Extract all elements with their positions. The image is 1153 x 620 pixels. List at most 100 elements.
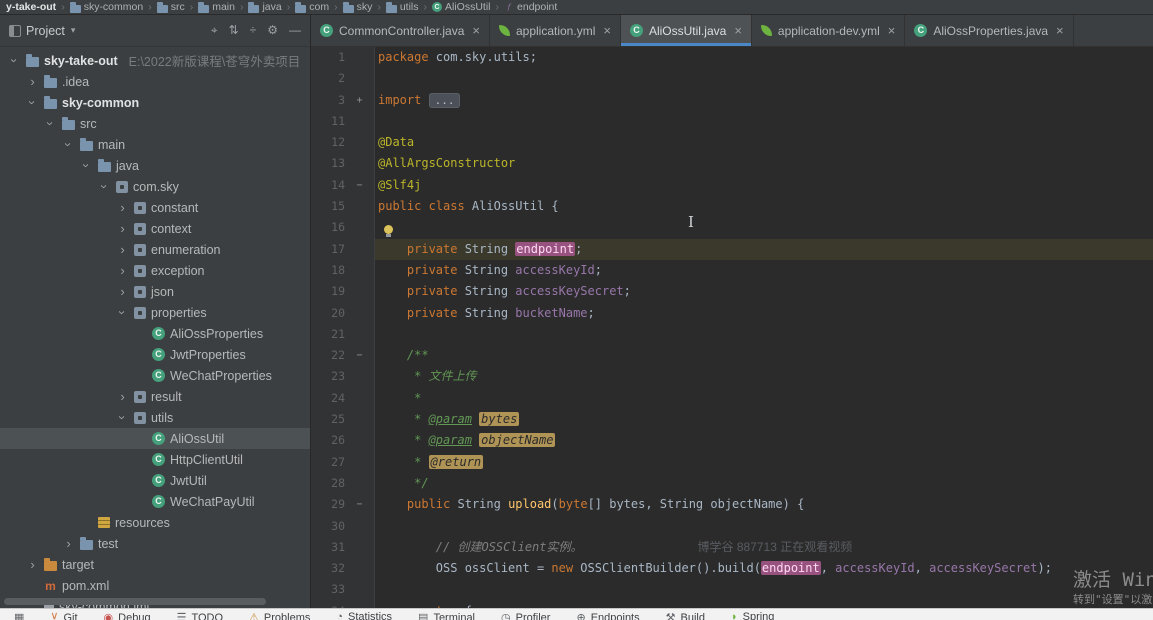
code-line-28[interactable]: 28 */	[311, 472, 1153, 495]
tab-application-dev.yml[interactable]: application-dev.yml ×	[752, 15, 906, 46]
hide-icon[interactable]: —	[289, 23, 301, 38]
tree-row-result[interactable]: › result	[0, 386, 310, 407]
code-line-21[interactable]: 21	[311, 323, 1153, 346]
close-icon[interactable]: ×	[734, 23, 742, 38]
tree-row-constant[interactable]: › constant	[0, 197, 310, 218]
close-icon[interactable]: ×	[888, 23, 896, 38]
tree-row-exception[interactable]: › exception	[0, 260, 310, 281]
code-line-29[interactable]: 29− public String upload(byte[] bytes, S…	[311, 494, 1153, 516]
code-line-3[interactable]: 3 + import ...	[311, 89, 1153, 111]
code-line-25[interactable]: 25 * @param bytes	[311, 409, 1153, 431]
code-line-19[interactable]: 19 private String accessKeySecret;	[311, 281, 1153, 303]
chevron-right-icon[interactable]: ›	[26, 75, 39, 88]
code-line-12[interactable]: 12 @Data	[311, 132, 1153, 154]
tree-row-JwtUtil[interactable]: C JwtUtil	[0, 470, 310, 491]
statusbar-profiler[interactable]: ◷ Profiler	[501, 611, 550, 620]
tree-row-JwtProperties[interactable]: C JwtProperties	[0, 344, 310, 365]
close-icon[interactable]: ×	[603, 23, 611, 38]
chevron-right-icon[interactable]: ›	[116, 264, 129, 277]
chevron-down-icon[interactable]: ▾	[71, 25, 76, 36]
close-icon[interactable]: ×	[472, 23, 480, 38]
code-line-18[interactable]: 18 private String accessKeyId;	[311, 259, 1153, 282]
statusbar-git[interactable]: ⊻ Git	[50, 611, 77, 620]
chevron-right-icon[interactable]: ›	[116, 390, 129, 403]
statusbar-problems[interactable]: ⚠ Problems	[249, 611, 310, 620]
statusbar-terminal[interactable]: ▤ Terminal	[418, 611, 475, 620]
code-line-2[interactable]: 2	[311, 68, 1153, 90]
statusbar-todo[interactable]: ☰ TODO	[177, 611, 223, 620]
chevron-down-icon[interactable]: ›	[61, 138, 76, 151]
chevron-right-icon[interactable]: ›	[116, 201, 129, 214]
chevron-down-icon[interactable]: ›	[79, 159, 94, 172]
code-line-15[interactable]: 15 public class AliOssUtil {	[311, 196, 1153, 218]
chevron-right-icon[interactable]: ›	[26, 558, 39, 571]
tab-AliOssProperties.java[interactable]: C AliOssProperties.java ×	[905, 15, 1074, 46]
code-line-14[interactable]: 14− @Slf4j	[311, 174, 1153, 197]
tree-row-pom.xml[interactable]: m pom.xml	[0, 575, 310, 596]
breadcrumb-item-endpoint[interactable]: f endpoint	[502, 1, 559, 13]
tree-row-resources[interactable]: resources	[0, 512, 310, 533]
tree-row-WeChatProperties[interactable]: C WeChatProperties	[0, 365, 310, 386]
code-line-33[interactable]: 33	[311, 579, 1153, 601]
code-line-26[interactable]: 26 * @param objectName	[311, 430, 1153, 452]
chevron-down-icon[interactable]: ›	[97, 180, 112, 193]
fold-marker-icon[interactable]: −	[345, 345, 374, 366]
breadcrumb-item-com[interactable]: com	[293, 1, 331, 13]
locate-icon[interactable]: ⌖	[211, 23, 218, 38]
tree-row-sky-common[interactable]: › sky-common	[0, 92, 310, 113]
breadcrumb-item-sky-common[interactable]: sky-common	[68, 1, 146, 13]
horizontal-scrollbar[interactable]	[4, 598, 266, 605]
chevron-down-icon[interactable]: ›	[43, 117, 58, 130]
breadcrumb-item-utils[interactable]: utils	[384, 1, 421, 13]
code-line-11[interactable]: 11	[311, 110, 1153, 133]
code-line-1[interactable]: 1 package com.sky.utils;	[311, 47, 1153, 69]
code-line-34[interactable]: 34− try {	[311, 600, 1153, 608]
tab-CommonController.java[interactable]: C CommonController.java ×	[311, 15, 490, 46]
code-line-27[interactable]: 27 * @return	[311, 451, 1153, 473]
fold-marker-icon[interactable]: +	[345, 90, 374, 111]
statusbar-statistics[interactable]: ◔ Statistics	[336, 611, 392, 620]
tree-row-main[interactable]: › main	[0, 134, 310, 155]
chevron-right-icon[interactable]: ›	[116, 285, 129, 298]
editor-pane[interactable]: 1 package com.sky.utils; 2 3 + import ... 11 12…	[311, 47, 1153, 608]
close-icon[interactable]: ×	[1056, 23, 1064, 38]
tree-row-AliOssProperties[interactable]: C AliOssProperties	[0, 323, 310, 344]
tree-row-src[interactable]: › src	[0, 113, 310, 134]
chevron-right-icon[interactable]: ›	[116, 243, 129, 256]
breadcrumb-item-AliOssUtil[interactable]: C AliOssUtil	[430, 1, 493, 13]
tree-row-json[interactable]: › json	[0, 281, 310, 302]
tree-row-WeChatPayUtil[interactable]: C WeChatPayUtil	[0, 491, 310, 512]
chevron-down-icon[interactable]: ›	[115, 411, 130, 424]
tree-row-test[interactable]: › test	[0, 533, 310, 554]
code-line-20[interactable]: 20 private String bucketName;	[311, 302, 1153, 324]
breadcrumb-item-src[interactable]: src	[155, 1, 187, 13]
breadcrumb-item-y-take-out[interactable]: y-take-out	[4, 1, 58, 13]
fold-marker-icon[interactable]: −	[345, 494, 374, 515]
project-panel-title[interactable]: Project	[26, 24, 65, 38]
chevron-right-icon[interactable]: ›	[62, 537, 75, 550]
fold-marker-icon[interactable]: −	[345, 175, 374, 196]
code-line-23[interactable]: 23 * 文件上传	[311, 366, 1153, 388]
code-line-24[interactable]: 24 *	[311, 387, 1153, 410]
code-line-22[interactable]: 22− /**	[311, 345, 1153, 367]
intention-bulb-icon[interactable]	[384, 225, 393, 238]
collapse-all-icon[interactable]: ÷	[250, 23, 257, 38]
code-line-17[interactable]: 17 private String endpoint;	[311, 238, 1153, 260]
tree-row-HttpClientUtil[interactable]: C HttpClientUtil	[0, 449, 310, 470]
statusbar-endpoints[interactable]: ⊕ Endpoints	[576, 611, 639, 620]
code-line-30[interactable]: 30	[311, 515, 1153, 537]
statusbar-tool-windows[interactable]: ▦	[14, 611, 24, 620]
tree-row-java[interactable]: › java	[0, 155, 310, 176]
statusbar-spring[interactable]: ◗ Spring	[731, 611, 774, 620]
tab-application.yml[interactable]: application.yml ×	[490, 15, 621, 46]
code-line-13[interactable]: 13 @AllArgsConstructor	[311, 153, 1153, 175]
tree-row-sky-take-out[interactable]: › sky-take-out E:\2022新版课程\苍穹外卖项目	[0, 50, 310, 71]
fold-marker-icon[interactable]: −	[345, 601, 374, 608]
statusbar-debug[interactable]: ◉ Debug	[104, 611, 151, 620]
tree-row-context[interactable]: › context	[0, 218, 310, 239]
breadcrumb-item-main[interactable]: main	[196, 1, 237, 13]
breadcrumb-item-sky[interactable]: sky	[341, 1, 375, 13]
tree-row-target[interactable]: › target	[0, 554, 310, 575]
chevron-right-icon[interactable]: ›	[116, 222, 129, 235]
tree-row-utils[interactable]: › utils	[0, 407, 310, 428]
